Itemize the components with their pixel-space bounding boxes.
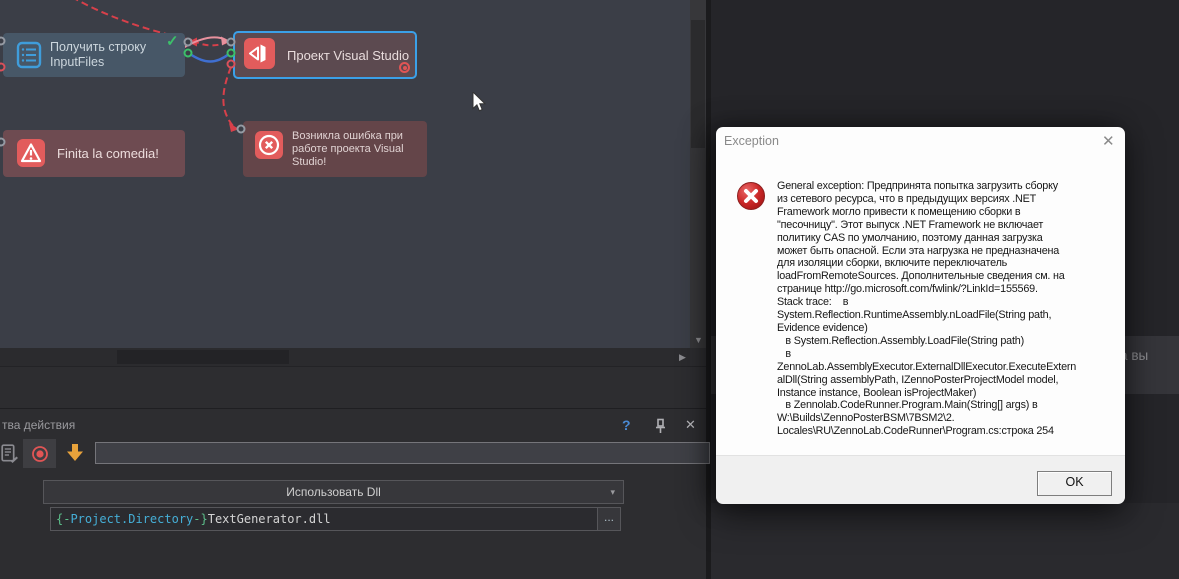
dll-path-open-brace: {- [56,512,71,526]
browse-dll-button[interactable]: ... [597,507,621,531]
chevron-down-icon: ▾ [610,487,615,497]
scroll-down-arrow[interactable]: ▼ [694,336,703,345]
dll-path-filename: TextGenerator.dll [207,512,331,526]
node-finita-la-comedia[interactable]: Finita la comedia! [3,130,185,177]
horizontal-scrollbar-thumb[interactable] [117,350,289,364]
node-label: Finita la comedia! [57,146,159,161]
action-search-input[interactable] [95,442,710,464]
dll-path-close-brace: -} [193,512,208,526]
action-type-dropdown-value: Использовать Dll [286,485,381,499]
node-vs-error[interactable]: Возникла ошибка при работе проекта Visua… [243,121,427,177]
dialog-close-icon[interactable]: ✕ [1102,132,1115,150]
visual-studio-icon [244,38,275,69]
error-icon [737,182,765,210]
dll-path-variable: Project.Directory [70,512,194,526]
app-window: Получить строку InputFiles ✓ Проект Visu… [0,0,1179,579]
insert-down-arrow-icon[interactable] [63,442,87,464]
error-circle-icon [255,131,283,159]
record-icon [31,445,48,462]
node-label: Возникла ошибка при работе проекта Visua… [292,129,404,168]
flow-canvas[interactable]: Получить строку InputFiles ✓ Проект Visu… [0,0,690,348]
vertical-scrollbar-thumb[interactable] [691,20,705,148]
record-button[interactable] [23,439,56,468]
right-panel-bottom [711,503,1179,579]
list-icon [16,41,42,69]
action-type-dropdown[interactable]: Использовать Dll ▾ [43,480,624,504]
node-visual-studio-project[interactable]: Проект Visual Studio [233,31,417,79]
dll-path-field[interactable]: {-Project.Directory-}TextGenerator.dll [50,507,599,531]
horizontal-scrollbar[interactable]: ▶ [0,348,690,366]
pin-icon[interactable] [654,418,667,434]
node-get-string-inputfiles[interactable]: Получить строку InputFiles ✓ [3,33,185,77]
properties-panel-body: Использовать Dll ▾ {-Project.Directory-}… [0,438,710,579]
properties-panel-header: тва действия ? ✕ [0,408,706,439]
properties-panel-title: тва действия [2,418,76,432]
success-check-icon: ✓ [166,33,179,50]
dialog-message: General exception: Предпринята попытка з… [777,180,1077,438]
error-indicator-dot [399,62,410,73]
action-notes-icon[interactable] [1,444,19,464]
node-label: Проект Visual Studio [287,47,410,63]
node-label: Получить строку InputFiles [50,40,147,69]
dialog-title: Exception [724,134,779,148]
close-panel-icon[interactable]: ✕ [685,417,696,433]
mouse-cursor [472,92,487,112]
vertical-scrollbar[interactable]: ▼ [690,0,706,348]
ok-button[interactable]: OK [1037,471,1112,496]
canvas-toolbar: ⋯ [0,366,706,409]
exception-dialog: Exception ✕ General exception: Предприня… [716,127,1125,504]
help-icon[interactable]: ? [622,417,631,433]
dialog-footer: OK [716,455,1125,504]
warning-triangle-icon [17,139,45,167]
scroll-right-arrow[interactable]: ▶ [679,353,686,362]
